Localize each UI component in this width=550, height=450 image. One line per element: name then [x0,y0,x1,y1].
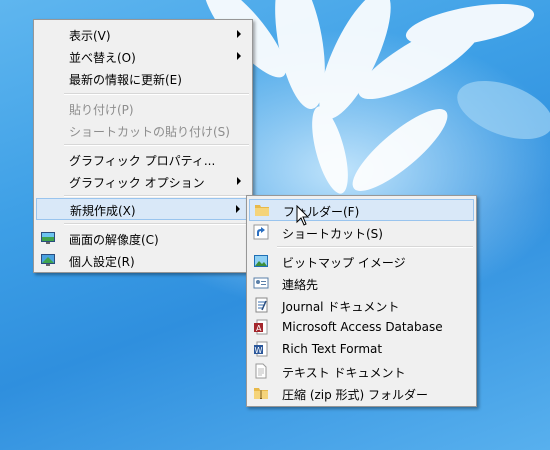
new-submenu: フォルダー(F) ショートカット(S) ビットマップ イメージ 連絡先 Jour… [246,195,477,407]
menu-item-screen-resolution[interactable]: 画面の解像度(C) [36,227,250,249]
submenu-item-shortcut[interactable]: ショートカット(S) [249,221,474,243]
menu-item-graphics-properties[interactable]: グラフィック プロパティ... [36,148,250,170]
menu-separator [277,246,473,248]
submenu-arrow-icon [236,205,240,213]
menu-item-paste-shortcut[interactable]: ショートカットの貼り付け(S) [36,119,250,141]
submenu-arrow-icon [237,177,241,185]
menu-item-label: 表示(V) [69,29,111,43]
menu-item-sort-by[interactable]: 並べ替え(O) [36,45,250,67]
shortcut-icon [253,224,269,240]
menu-item-personalize[interactable]: 個人設定(R) [36,249,250,271]
submenu-arrow-icon [237,30,241,38]
menu-item-label: 貼り付け(P) [69,103,134,117]
svg-text:W: W [255,346,263,355]
menu-item-refresh[interactable]: 最新の情報に更新(E) [36,67,250,89]
display-icon [41,232,55,244]
menu-item-label: 画面の解像度(C) [69,233,159,247]
submenu-item-access-database[interactable]: A Microsoft Access Database [249,316,474,338]
menu-item-label: フォルダー(F) [283,205,360,219]
menu-item-label: 最新の情報に更新(E) [69,73,182,87]
menu-item-new[interactable]: 新規作成(X) [36,198,250,220]
submenu-item-zip-folder[interactable]: 圧縮 (zip 形式) フォルダー [249,382,474,404]
svg-text:A: A [256,324,262,333]
menu-separator [64,195,249,197]
submenu-item-rich-text[interactable]: W Rich Text Format [249,338,474,360]
bitmap-image-icon [254,255,268,267]
menu-item-label: テキスト ドキュメント [282,366,406,380]
folder-icon [255,205,269,216]
menu-item-paste[interactable]: 貼り付け(P) [36,97,250,119]
menu-item-label: ビットマップ イメージ [282,256,406,270]
menu-separator [64,93,249,95]
personalize-icon [41,254,55,266]
menu-item-label: Rich Text Format [282,342,383,356]
submenu-item-contact[interactable]: 連絡先 [249,272,474,294]
zip-folder-icon [254,388,268,399]
submenu-item-text-document[interactable]: テキスト ドキュメント [249,360,474,382]
menu-item-label: グラフィック オプション [69,176,205,190]
menu-item-label: 新規作成(X) [70,204,136,218]
submenu-arrow-icon [237,52,241,60]
access-database-icon: A [254,319,268,335]
submenu-item-journal-document[interactable]: Journal ドキュメント [249,294,474,316]
menu-item-view[interactable]: 表示(V) [36,23,250,45]
menu-item-label: 圧縮 (zip 形式) フォルダー [282,388,429,402]
menu-item-label: 連絡先 [282,278,319,292]
menu-item-label: 個人設定(R) [69,255,135,269]
desktop-context-menu: 表示(V) 並べ替え(O) 最新の情報に更新(E) 貼り付け(P) ショートカッ… [33,19,253,273]
menu-item-label: グラフィック プロパティ... [69,154,216,168]
menu-item-graphics-options[interactable]: グラフィック オプション [36,170,250,192]
menu-item-label: Journal ドキュメント [282,300,400,314]
menu-item-label: Microsoft Access Database [282,320,443,334]
submenu-item-folder[interactable]: フォルダー(F) [249,199,474,221]
menu-separator [64,223,249,225]
menu-item-label: ショートカット(S) [282,227,383,241]
menu-item-label: ショートカットの貼り付け(S) [69,125,230,139]
rich-text-icon: W [254,341,268,357]
text-document-icon [255,363,267,379]
contact-icon [253,277,269,289]
menu-item-label: 並べ替え(O) [69,51,136,65]
menu-separator [64,144,249,146]
mouse-cursor-icon [296,205,310,226]
journal-document-icon [255,297,268,313]
submenu-item-bitmap-image[interactable]: ビットマップ イメージ [249,250,474,272]
